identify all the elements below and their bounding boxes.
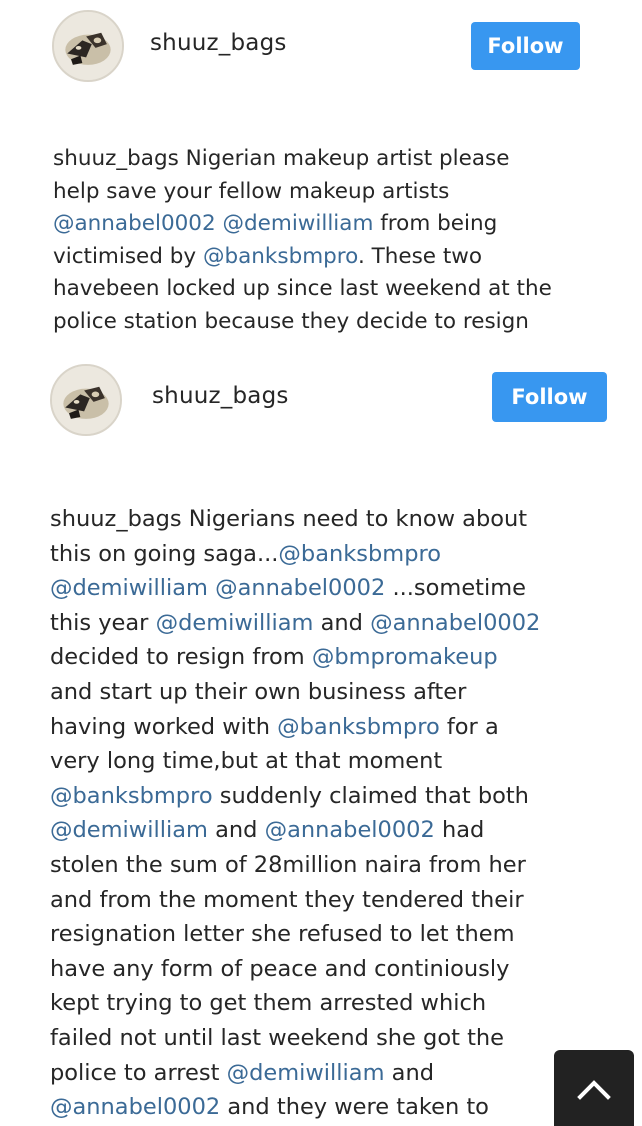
follow-button[interactable]: Follow xyxy=(471,22,580,70)
caption-text: decided to resign from xyxy=(50,644,312,671)
caption-line: have any form of peace and continiously xyxy=(50,952,540,987)
caption-line: and from the moment they tendered their xyxy=(50,883,540,918)
caption-text: resignation letter she refused to let th… xyxy=(50,921,515,948)
caption-text: very long time,but at that moment xyxy=(50,748,443,775)
post-header: shuuz_bags Follow xyxy=(0,0,642,90)
mention-link[interactable]: @demiwilliam xyxy=(50,575,208,601)
post-card: shuuz_bags Follow shuuz_bags Nigerian ma… xyxy=(0,0,642,334)
caption-text: police station because they decide to re… xyxy=(53,308,529,334)
caption-line: @demiwilliam and @annabel0002 had xyxy=(50,813,540,848)
mention-link[interactable]: @demiwilliam xyxy=(156,610,314,636)
caption-text: this on going saga... xyxy=(50,540,279,567)
post-card: shuuz_bags Follow shuuz_bags Nigerians n… xyxy=(0,352,642,1120)
caption-username-link[interactable]: shuuz_bags xyxy=(50,506,182,532)
post-header: shuuz_bags Follow xyxy=(0,352,642,442)
caption-line: this year @demiwilliam and @annabel0002 xyxy=(50,606,540,641)
caption-text: for a xyxy=(439,713,499,740)
mention-link[interactable]: @demiwilliam xyxy=(223,211,374,236)
caption-line: shuuz_bags Nigerians need to know about xyxy=(50,502,540,537)
caption-text: suddenly claimed that both xyxy=(212,782,529,809)
mention-link[interactable]: @banksbmpro xyxy=(203,244,358,269)
caption-line: @banksbmpro suddenly claimed that both xyxy=(50,779,540,814)
caption-text xyxy=(216,211,223,236)
caption-text: kept trying to get them arrested which xyxy=(50,990,487,1017)
avatar-image xyxy=(54,12,122,80)
caption-text: having worked with xyxy=(50,713,278,740)
avatar[interactable] xyxy=(50,364,122,436)
caption-text: this year xyxy=(50,609,156,636)
mention-link[interactable]: @demiwilliam xyxy=(227,1060,385,1086)
caption-text: have any form of peace and continiously xyxy=(50,955,510,982)
post-caption: shuuz_bags Nigerian makeup artist please… xyxy=(53,143,552,338)
caption-text xyxy=(208,575,215,601)
caption-text: and xyxy=(313,609,371,636)
caption-text: . These two xyxy=(357,243,483,269)
caption-line: resignation letter she refused to let th… xyxy=(50,917,540,952)
mention-link[interactable]: @banksbmpro xyxy=(50,783,213,809)
avatar[interactable] xyxy=(52,10,124,82)
username[interactable]: shuuz_bags xyxy=(152,383,289,409)
mention-link[interactable]: @demiwilliam xyxy=(50,817,208,843)
caption-text: police to arrest xyxy=(50,1059,227,1086)
caption-text: had xyxy=(434,817,485,844)
caption-line: failed not until last weekend she got th… xyxy=(50,1021,540,1056)
mention-link[interactable]: @bmpromakeup xyxy=(312,644,498,670)
caption-text: victimised by xyxy=(53,243,203,269)
caption-text: stolen the sum of 28million naira from h… xyxy=(50,851,526,878)
caption-text: Nigerian makeup artist please xyxy=(178,146,510,171)
caption-line: decided to resign from @bmpromakeup xyxy=(50,640,540,675)
caption-text: and they were taken to xyxy=(220,1094,489,1121)
scroll-to-top-button[interactable] xyxy=(554,1050,634,1126)
mention-link[interactable]: @annabel0002 xyxy=(50,1094,220,1120)
post-caption: shuuz_bags Nigerians need to know about t… xyxy=(50,502,540,1125)
caption-line: @annabel0002 and they were taken to xyxy=(50,1090,540,1125)
caption-line: victimised by @banksbmpro. These two xyxy=(53,241,552,274)
caption-line: havebeen locked up since last weekend at… xyxy=(53,273,552,306)
mention-link[interactable]: @banksbmpro xyxy=(278,541,441,567)
caption-text: Nigerians need to know about xyxy=(181,506,528,532)
caption-text: and start up their own business after xyxy=(50,678,467,705)
caption-text: failed not until last weekend she got th… xyxy=(50,1024,504,1051)
caption-line: stolen the sum of 28million naira from h… xyxy=(50,848,540,883)
caption-line: @demiwilliam @annabel0002 ...sometime xyxy=(50,571,540,606)
caption-text: and xyxy=(384,1059,435,1086)
mention-link[interactable]: @annabel0002 xyxy=(265,817,435,843)
mention-link[interactable]: @banksbmpro xyxy=(277,714,440,740)
caption-text: and xyxy=(207,817,265,844)
username[interactable]: shuuz_bags xyxy=(150,30,287,56)
caption-line: police station because they decide to re… xyxy=(53,306,552,339)
caption-line: police to arrest @demiwilliam and xyxy=(50,1056,540,1091)
caption-text: ...sometime xyxy=(385,575,527,602)
chevron-up-icon xyxy=(577,1080,611,1100)
caption-text: help save your fellow makeup artists xyxy=(53,178,450,204)
caption-line: help save your fellow makeup artists xyxy=(53,176,552,209)
caption-text: from being xyxy=(373,211,498,236)
mention-link[interactable]: @annabel0002 xyxy=(215,575,385,601)
caption-line: this on going saga...@banksbmpro xyxy=(50,537,540,572)
caption-username-link[interactable]: shuuz_bags xyxy=(53,146,179,171)
avatar-image xyxy=(52,366,120,434)
caption-line: shuuz_bags Nigerian makeup artist please xyxy=(53,143,552,176)
caption-line: @annabel0002 @demiwilliam from being xyxy=(53,208,552,241)
caption-text: havebeen locked up since last weekend at… xyxy=(53,276,552,301)
feed-page: shuuz_bags Follow shuuz_bags Nigerian ma… xyxy=(0,0,642,1126)
caption-line: very long time,but at that moment xyxy=(50,744,540,779)
caption-line: kept trying to get them arrested which xyxy=(50,986,540,1021)
caption-line: and start up their own business after xyxy=(50,675,540,710)
follow-button[interactable]: Follow xyxy=(492,372,607,422)
caption-line: having worked with @banksbmpro for a xyxy=(50,710,540,745)
mention-link[interactable]: @annabel0002 xyxy=(53,211,216,236)
mention-link[interactable]: @annabel0002 xyxy=(370,610,540,636)
caption-text: and from the moment they tendered their xyxy=(50,886,524,913)
